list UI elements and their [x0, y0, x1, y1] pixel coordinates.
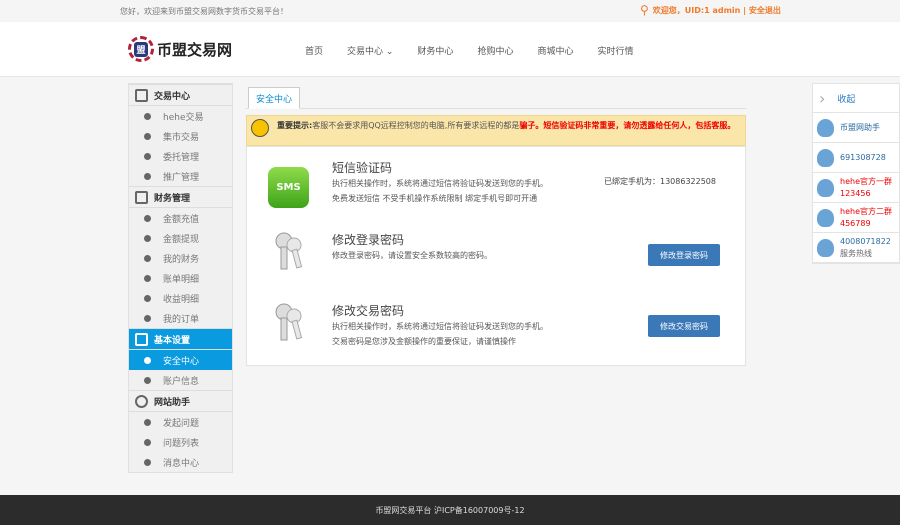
user-icon: ⚲ — [640, 3, 649, 17]
qq-panel: › 收起 币盟网助手 691308728 hehe官方一群 123456 hehe官… — [812, 83, 900, 264]
qq-item[interactable]: 4008071822 服务热线 — [813, 233, 899, 263]
grid-icon — [135, 190, 148, 204]
qq-icon — [817, 178, 834, 197]
nav-trade[interactable]: 交易中心 ⌄ — [347, 44, 393, 57]
security-panel: SMS 短信验证码 执行相关操作时，系统将通过短信将验证码发送到您的手机。 免费发… — [246, 146, 746, 366]
gear-icon — [135, 394, 148, 408]
sidebar-group-help[interactable]: 网站助手 — [129, 390, 232, 412]
trade-password-desc: 执行相关操作时，系统将通过短信将验证码发送到您的手机。 交易密码是您涉及金额操作的… — [332, 322, 548, 346]
nav-home[interactable]: 首页 — [305, 44, 323, 57]
qq-item[interactable]: 691308728 — [813, 143, 899, 173]
user-text[interactable]: 欢迎您，UID:1 admin | 安全退出 — [653, 5, 781, 16]
sidebar-item-market-trade[interactable]: 集市交易 — [129, 126, 232, 146]
tab-security[interactable]: 安全中心 — [248, 87, 300, 109]
user-info[interactable]: ⚲ 欢迎您，UID:1 admin | 安全退出 — [640, 3, 781, 17]
chart-icon — [144, 132, 151, 140]
sidebar-group-trade[interactable]: 交易中心 — [129, 84, 232, 106]
withdraw-icon — [144, 234, 151, 242]
key-icon — [275, 303, 303, 341]
lightbulb-icon — [251, 119, 269, 137]
sidebar-item-my-orders[interactable]: 我的订单 — [129, 308, 232, 328]
welcome-text: 您好，欢迎来到币盟交易网数字货币交易平台！ — [120, 7, 288, 16]
collapse-button[interactable]: › 收起 — [813, 84, 899, 113]
header: 盟币盟交易网 首页 交易中心 ⌄ 财务中心 抢购中心 商城中心 实时行情 — [0, 22, 900, 77]
sidebar-item-bills[interactable]: 账单明细 — [129, 268, 232, 288]
trade-password-title: 修改交易密码 — [332, 304, 405, 318]
sidebar-item-promotion[interactable]: 推广管理 — [129, 166, 232, 186]
logo-text: 币盟交易网 — [157, 40, 233, 59]
change-trade-password-button[interactable]: 修改交易密码 — [648, 315, 720, 337]
list-icon — [144, 438, 151, 446]
sidebar-item-security[interactable]: 安全中心 — [129, 350, 232, 370]
sms-desc: 执行相关操作时，系统将通过短信将验证码发送到您的手机。 免费发送短信 不受手机操作… — [332, 179, 548, 203]
alert-notice: 重要提示:客服不会要求用QQ远程控制您的电脑,所有要求远程的都是骗子。短信验证码… — [246, 115, 746, 146]
edit-icon — [144, 418, 151, 426]
main-nav: 首页 交易中心 ⌄ 财务中心 抢购中心 商城中心 实时行情 — [305, 44, 657, 57]
qq-icon — [817, 238, 834, 257]
sidebar-item-questions[interactable]: 问题列表 — [129, 432, 232, 452]
qq-icon — [817, 208, 834, 227]
chevron-right-icon: › — [819, 88, 826, 108]
login-password-desc: 修改登录密码，请设置安全系数较高的密码。 — [332, 251, 492, 260]
sidebar-item-deposit[interactable]: 金额充值 — [129, 208, 232, 228]
finance-icon — [144, 254, 151, 262]
sidebar-group-finance[interactable]: 财务管理 — [129, 186, 232, 208]
qq-icon — [817, 148, 834, 167]
lock-icon — [144, 356, 151, 364]
qq-icon — [817, 118, 834, 137]
sidebar-item-income[interactable]: 收益明细 — [129, 288, 232, 308]
sms-title: 短信验证码 — [332, 161, 393, 175]
key-icon — [275, 232, 303, 270]
pie-icon — [144, 314, 151, 322]
sidebar-item-ask[interactable]: 发起问题 — [129, 412, 232, 432]
sidebar-item-withdraw[interactable]: 金额提现 — [129, 228, 232, 248]
sms-icon: SMS — [268, 167, 309, 208]
sidebar-item-account[interactable]: 账户信息 — [129, 370, 232, 390]
logo-icon: 盟 — [128, 36, 154, 62]
nav-mall[interactable]: 商城中心 — [537, 44, 573, 57]
grid-icon — [135, 332, 148, 346]
sidebar: 交易中心 hehe交易 集市交易 委托管理 推广管理 财务管理 金额充值 金额提… — [128, 83, 233, 473]
circle-icon — [144, 112, 151, 120]
nav-market[interactable]: 实时行情 — [597, 44, 633, 57]
sidebar-item-messages[interactable]: 消息中心 — [129, 452, 232, 472]
sidebar-group-settings[interactable]: 基本设置 — [129, 328, 232, 350]
qq-item[interactable]: 币盟网助手 — [813, 113, 899, 143]
list-icon — [144, 294, 151, 302]
change-login-password-button[interactable]: 修改登录密码 — [648, 244, 720, 266]
bound-phone: 已绑定手机为：13086322508 — [604, 177, 716, 186]
bill-icon — [144, 274, 151, 282]
nav-finance[interactable]: 财务中心 — [417, 44, 453, 57]
circle-icon — [144, 152, 151, 160]
sidebar-item-my-finance[interactable]: 我的财务 — [129, 248, 232, 268]
tag-icon — [135, 88, 148, 102]
sidebar-item-hehe-trade[interactable]: hehe交易 — [129, 106, 232, 126]
qq-item[interactable]: hehe官方一群 123456 — [813, 173, 899, 203]
top-bar: 您好，欢迎来到币盟交易网数字货币交易平台！ ⚲ 欢迎您，UID:1 admin |… — [0, 0, 900, 22]
qq-item[interactable]: hehe官方二群 456789 — [813, 203, 899, 233]
globe-icon — [144, 458, 151, 466]
logo[interactable]: 盟币盟交易网 — [128, 36, 232, 62]
footer: 币盟网交易平台 沪ICP备16007009号-12 — [0, 495, 900, 525]
deposit-icon — [144, 214, 151, 222]
sidebar-item-orders[interactable]: 委托管理 — [129, 146, 232, 166]
login-password-title: 修改登录密码 — [332, 233, 405, 247]
image-icon — [144, 172, 151, 180]
user-icon — [144, 376, 151, 384]
tab-divider — [246, 108, 746, 109]
nav-rush[interactable]: 抢购中心 — [477, 44, 513, 57]
